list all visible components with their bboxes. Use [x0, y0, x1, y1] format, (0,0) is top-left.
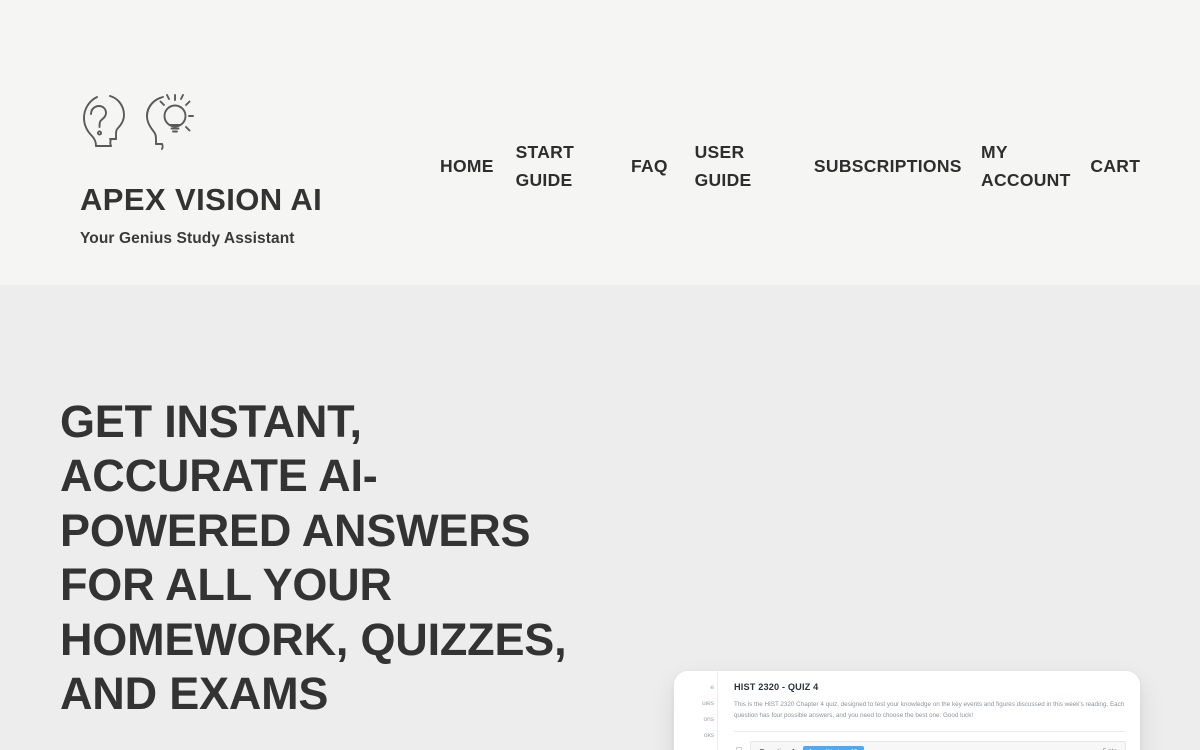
nav-cell-cart: CART — [1090, 152, 1160, 180]
nav-line-2: ACCOUNT — [981, 170, 1071, 190]
question-header: Question 1 Apex Vision AI 5 pts — [751, 741, 1125, 750]
nav-item-subscriptions[interactable]: SUBSCRIPTIONS — [814, 152, 962, 180]
nav-cell-faq: FAQ — [631, 152, 695, 180]
quiz-preview-card[interactable]: e ules ons oks HIST 2320 - QUIZ 4 This i… — [674, 671, 1140, 750]
hero-headline: Get instant, accurate AI-powered answers… — [60, 396, 567, 720]
head-lightbulb-icon — [146, 94, 194, 150]
nav-item-user-guide[interactable]: USER GUIDE — [695, 138, 752, 194]
page-root: APEX VISION AI Your Genius Study Assista… — [0, 0, 1200, 750]
nav-item-home[interactable]: HOME — [440, 152, 494, 180]
question-checkbox[interactable] — [736, 746, 742, 750]
nav-line-2: GUIDE — [515, 170, 573, 190]
sidebar-fragment: ules — [702, 701, 714, 707]
logo — [80, 88, 322, 150]
brand-name: APEX VISION AI — [80, 182, 323, 217]
nav-line-1: MY — [981, 142, 1008, 162]
quiz-title: HIST 2320 - QUIZ 4 — [734, 682, 819, 692]
nav-item-cart[interactable]: CART — [1090, 152, 1140, 180]
nav-cell-user-guide: USER GUIDE — [695, 138, 814, 194]
nav-cell-subscriptions: SUBSCRIPTIONS — [814, 152, 981, 180]
quiz-sidebar: e ules ons oks — [674, 671, 718, 750]
quiz-body: HIST 2320 - QUIZ 4 This is the HIST 2320… — [718, 671, 1140, 750]
question-row: Question 1 Apex Vision AI 5 pts Who was … — [734, 740, 1126, 750]
nav-line-2: GUIDE — [694, 170, 752, 190]
question-panel: Question 1 Apex Vision AI 5 pts Who was … — [750, 740, 1126, 750]
nav-line-1: USER — [694, 142, 745, 162]
apex-vision-ai-badge[interactable]: Apex Vision AI — [802, 745, 864, 750]
sidebar-fragment: oks — [703, 733, 714, 739]
nav-cell-my-account: MY ACCOUNT — [981, 138, 1090, 194]
brand-tagline: Your Genius Study Assistant — [80, 229, 295, 247]
nav-cell-start-guide: START GUIDE — [516, 138, 631, 194]
nav-line-1: START — [515, 142, 575, 162]
nav-item-faq[interactable]: FAQ — [631, 152, 668, 180]
head-question-mark-icon — [83, 95, 125, 147]
site-header: APEX VISION AI Your Genius Study Assista… — [0, 0, 1200, 285]
nav-cell-home: HOME — [440, 152, 516, 180]
hero-section: Get instant, accurate AI-powered answers… — [0, 285, 1200, 750]
brand-block[interactable]: APEX VISION AI Your Genius Study Assista… — [80, 88, 322, 248]
nav-item-start-guide[interactable]: START GUIDE — [516, 138, 575, 194]
sidebar-fragment: ons — [703, 717, 714, 723]
question-block: Question 1 Apex Vision AI 5 pts Who was … — [734, 740, 1126, 750]
divider — [734, 730, 1126, 732]
main-navigation: HOME START GUIDE FAQ USER GUIDE SUBSCRIPTI… — [440, 136, 1160, 196]
sidebar-fragment: e — [710, 685, 714, 691]
nav-item-my-account[interactable]: MY ACCOUNT — [981, 138, 1071, 194]
quiz-description: This is the HIST 2320 Chapter 4 quiz, de… — [734, 701, 1125, 719]
